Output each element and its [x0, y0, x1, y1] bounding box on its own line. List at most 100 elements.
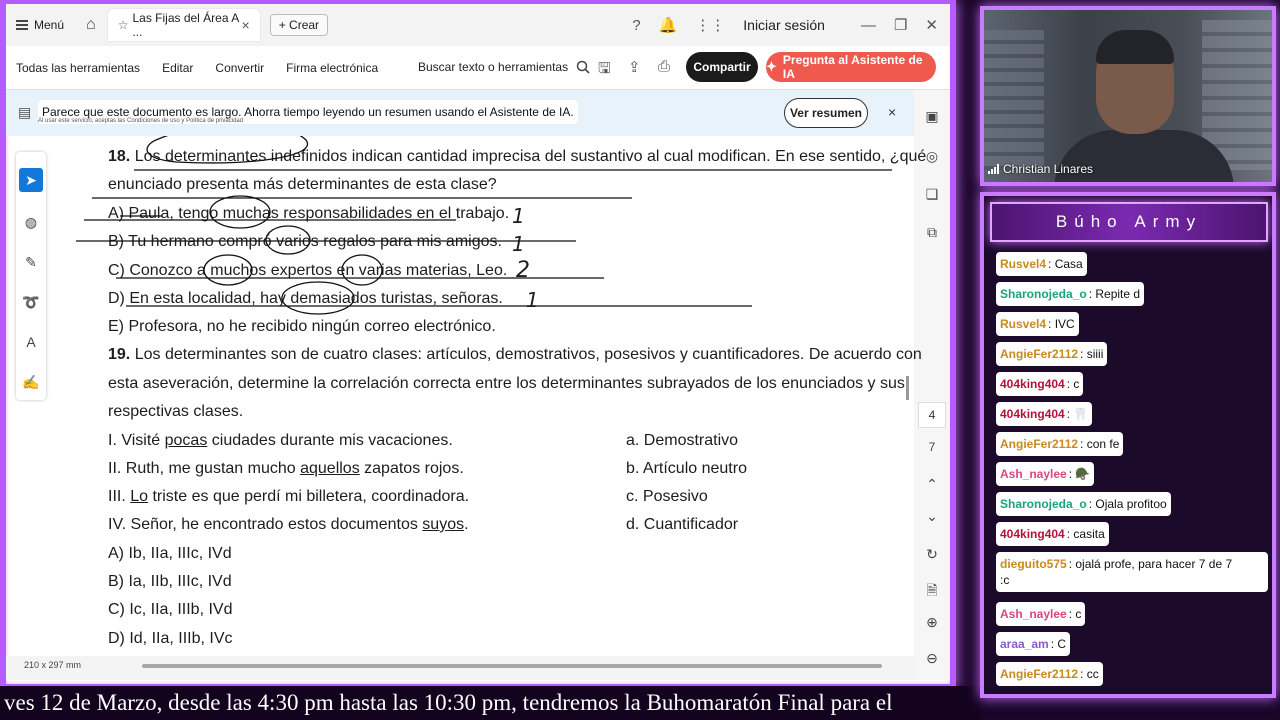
create-button[interactable]: + Crear [269, 14, 329, 36]
q18-option-c: C) Conozco a muchos expertos en varias m… [108, 262, 508, 279]
handwritten-count-d: 1 [526, 288, 539, 312]
chat-username[interactable]: dieguito575 [1000, 557, 1067, 571]
search-tools[interactable]: Buscar texto o herramientas [418, 60, 590, 74]
select-cursor-icon[interactable]: ➤ [19, 168, 43, 192]
apps-grid-icon[interactable]: ⋮⋮ [695, 16, 725, 34]
chat-text: C [1057, 637, 1067, 651]
ai-assistant-label: Pregunta al Asistente de IA [782, 53, 923, 81]
restore-icon[interactable]: ❐ [894, 16, 907, 34]
pen-icon[interactable]: ✎ [19, 250, 43, 274]
chat-text: Repite d [1095, 287, 1141, 301]
chat-username[interactable]: AngieFer2112 [1000, 437, 1078, 451]
q19-class-a: a. Demostrativo [626, 432, 739, 449]
q18-option-a: A) Paula, tengo muchas responsabilidades… [108, 205, 510, 222]
q18-number: 18. [108, 148, 131, 165]
edit-menu[interactable]: Editar [162, 61, 193, 75]
print-icon[interactable]: ⎙ [658, 58, 670, 75]
chat-username[interactable]: 404king404 [1000, 527, 1065, 541]
q18-text: Los determinantes indefinidos indican ca… [134, 148, 927, 165]
help-icon[interactable]: ? [632, 17, 640, 34]
document-info-icon: ▤ [18, 104, 32, 120]
chat-username[interactable]: araa_am [1000, 637, 1049, 651]
share-button[interactable]: Compartir [686, 52, 758, 82]
chat-username[interactable]: AngieFer2112 [1000, 347, 1078, 361]
file-icon[interactable]: 🗎 [922, 580, 942, 604]
chat-message: AngieFer2112: con fe [996, 432, 1124, 456]
close-tab-icon[interactable]: × [242, 17, 250, 33]
pages-icon[interactable]: ⧉ [922, 224, 942, 241]
chat-username[interactable]: 404king404 [1000, 377, 1065, 391]
q19-statement-3: III. Lo triste es que perdí mi billetera… [108, 488, 469, 506]
convert-menu[interactable]: Convertir [215, 61, 264, 75]
window-close-icon[interactable]: ✕ [925, 16, 938, 34]
chat-message: Rusvel4: Casa [996, 252, 1087, 276]
hamburger-icon [16, 20, 28, 30]
announcement-ticker: ves 12 de Marzo, desde las 4:30 pm hasta… [0, 686, 980, 720]
participant-label: Christian Linares [988, 162, 1093, 176]
banner-fine-print[interactable]: Al usar este servicio, aceptas las Condi… [38, 118, 243, 124]
menu-button[interactable]: Menú [16, 18, 64, 32]
bell-icon[interactable]: 🔔 [659, 16, 678, 34]
comment-icon[interactable]: ◍ [19, 210, 43, 234]
q19-class-d: d. Cuantificador [626, 516, 739, 533]
chat-username[interactable]: Sharonojeda_o [1000, 287, 1087, 301]
chat-panel: Rusvel4: Casa Sharonojeda_o: Repite d Rusv… [980, 192, 1276, 698]
lasso-icon[interactable]: ➰ [19, 290, 43, 314]
q18-option-e: E) Profesora, no he recibido ningún corr… [108, 318, 496, 335]
q19-statement-1: I. Visité pocas ciudades durante mis vac… [108, 432, 453, 450]
home-icon[interactable]: ⌂ [86, 16, 96, 34]
all-tools-menu[interactable]: Todas las herramientas [16, 61, 140, 75]
ai-panel-icon[interactable]: ▣ [922, 108, 942, 125]
q19-option-b: B) Ia, IIb, IIIc, IVd [108, 573, 232, 590]
star-icon[interactable]: ☆ [118, 18, 129, 32]
bookmark-icon[interactable]: ❏ [922, 186, 942, 203]
view-summary-button[interactable]: Ver resumen [784, 98, 868, 128]
stmt-text: IV. Señor, he encontrado estos documento… [108, 516, 423, 533]
stmt-underlined: aquellos [300, 460, 360, 477]
chat-text-continued: :c [1000, 573, 1010, 587]
chat-message: Ash_naylee: c [996, 602, 1086, 626]
save-icon[interactable]: 🖫 [598, 58, 611, 83]
chat-username[interactable]: 404king404 [1000, 407, 1065, 421]
chat-title: Búho Army [990, 202, 1268, 242]
chat-username[interactable]: AngieFer2112 [1000, 667, 1078, 681]
chat-message: Rusvel4: IVC [996, 312, 1079, 336]
refresh-icon[interactable]: ↻ [922, 546, 942, 563]
signal-bars-icon [988, 164, 999, 174]
q19-statement-4: IV. Señor, he encontrado estos documento… [108, 516, 469, 534]
esign-menu[interactable]: Firma electrónica [286, 61, 378, 75]
upload-cloud-icon[interactable]: ⇪ [628, 58, 641, 76]
chat-text: ojalá profe, para hacer 7 de 7 [1075, 557, 1233, 571]
chat-username[interactable]: Ash_naylee [1000, 467, 1067, 481]
bookshelf-left [984, 30, 1044, 170]
handwritten-count-a: 1 [512, 204, 525, 228]
chat-text: cc [1086, 667, 1099, 681]
chat-username[interactable]: Sharonojeda_o [1000, 497, 1087, 511]
banner-close-icon[interactable]: × [888, 104, 896, 120]
page-up-icon[interactable]: ⌃ [922, 476, 942, 493]
chat-username[interactable]: Rusvel4 [1000, 317, 1046, 331]
page-down-icon[interactable]: ⌄ [922, 508, 942, 525]
document-tab[interactable]: ☆ Las Fijas del Área A ... × [107, 9, 260, 41]
zoom-in-icon[interactable]: ⊕ [922, 614, 942, 631]
chat-username[interactable]: Ash_naylee [1000, 607, 1067, 621]
chat-text: 🪖 [1075, 467, 1091, 481]
horizontal-scrollbar[interactable] [142, 664, 882, 668]
current-page-box[interactable]: 4 [918, 402, 946, 428]
menu-label: Menú [34, 18, 65, 32]
signin-link[interactable]: Iniciar sesión [743, 17, 825, 33]
ai-assistant-button[interactable]: ✦ Pregunta al Asistente de IA [766, 52, 936, 82]
chat-text: con fe [1086, 437, 1120, 451]
vertical-scrollbar[interactable] [906, 376, 909, 400]
fill-sign-icon[interactable]: ✍ [19, 370, 43, 394]
ai-summary-banner: ▤ Parece que este documento es largo. Ah… [6, 90, 914, 136]
chat-username[interactable]: Rusvel4 [1000, 257, 1046, 271]
left-tool-rail: ➤ ◍ ✎ ➰ A ✍ [16, 152, 46, 400]
minimize-icon[interactable]: — [861, 17, 876, 34]
text-select-icon[interactable]: A [19, 330, 43, 354]
status-strip [6, 656, 914, 680]
zoom-out-icon[interactable]: ⊖ [922, 650, 942, 667]
participant-name: Christian Linares [1003, 162, 1094, 176]
presenter-hair [1096, 30, 1174, 64]
pdf-viewer-window: Menú ⌂ ☆ Las Fijas del Área A ... × + Cr… [0, 0, 956, 690]
